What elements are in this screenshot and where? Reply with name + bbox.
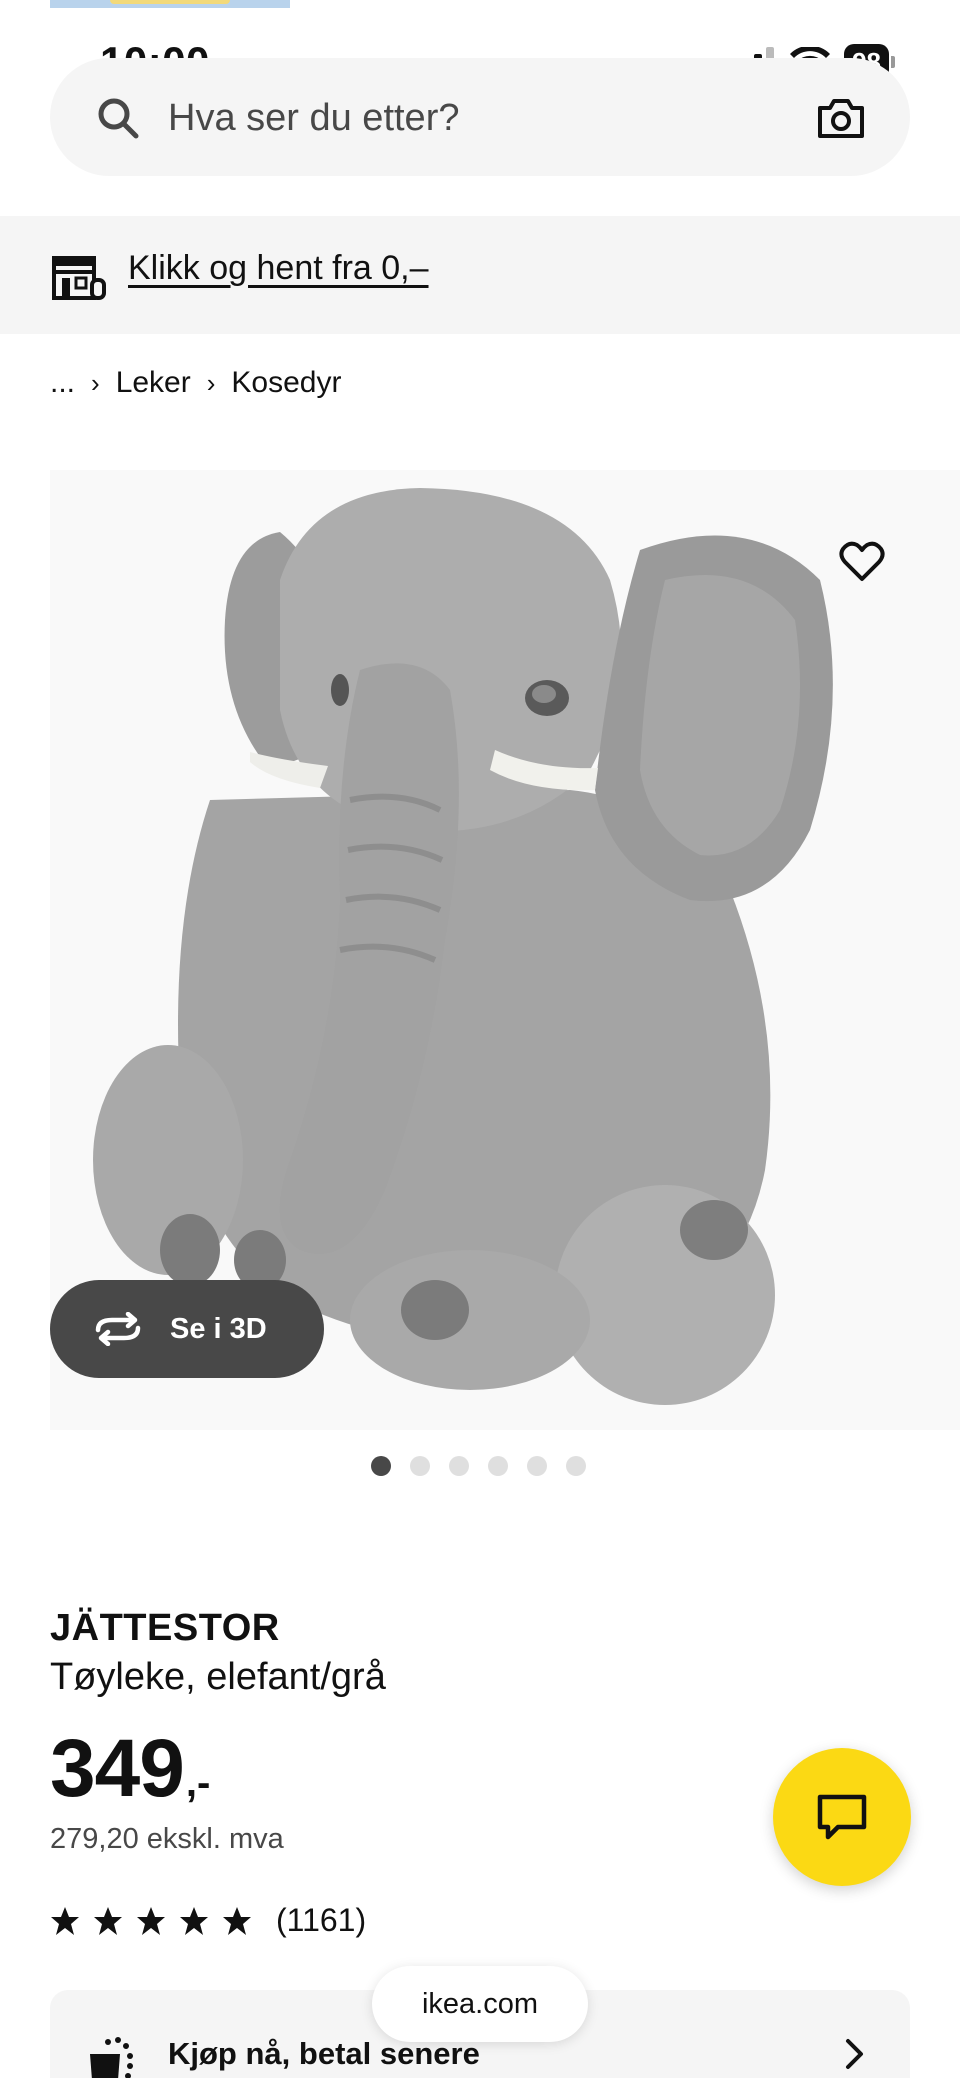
browser-domain-pill[interactable]: ikea.com	[372, 1966, 588, 2042]
price-ex-vat: 279,20 ekskl. mva	[50, 1823, 284, 1855]
star-icon	[180, 1906, 208, 1935]
chevron-right-icon: ›	[206, 367, 216, 398]
favorite-button[interactable]	[834, 534, 890, 590]
star-icon	[223, 1906, 251, 1935]
breadcrumb-item-kosedyr[interactable]: Kosedyr	[231, 366, 341, 400]
chevron-right-icon	[846, 2039, 863, 2069]
breadcrumb-item-leker[interactable]: Leker	[116, 366, 191, 400]
price-suffix: ,-	[185, 1761, 211, 1805]
product-description: Tøyleke, elefant/grå	[50, 1656, 386, 1698]
view-in-3d-button[interactable]: Se i 3D	[50, 1280, 324, 1378]
click-collect-banner[interactable]: Klikk og hent fra 0,–	[0, 216, 960, 334]
store-icon	[52, 256, 106, 300]
carousel-dot[interactable]	[449, 1456, 469, 1476]
top-image-peek	[50, 0, 290, 8]
carousel-dot[interactable]	[566, 1456, 586, 1476]
view-in-3d-label: Se i 3D	[170, 1312, 267, 1345]
rating-stars	[50, 1906, 252, 1936]
search-icon	[98, 98, 139, 139]
product-name: JÄTTESTOR	[50, 1607, 280, 1649]
carousel-dot[interactable]	[527, 1456, 547, 1476]
search-bar[interactable]	[50, 58, 910, 176]
shopping-bag-icon	[90, 2037, 133, 2078]
breadcrumb: ... › Leker › Kosedyr	[50, 366, 341, 400]
battery-tip	[891, 56, 895, 68]
image-carousel-dots	[371, 1456, 586, 1476]
camera-icon[interactable]	[816, 96, 866, 140]
chevron-right-icon: ›	[91, 367, 100, 398]
review-count: (1161)	[276, 1902, 367, 1938]
star-icon	[137, 1906, 165, 1935]
chat-button[interactable]	[773, 1748, 911, 1886]
price: 349 ,-	[50, 1722, 210, 1816]
star-icon	[51, 1906, 79, 1935]
chat-bubble-icon	[817, 1794, 867, 1840]
rotate-3d-icon	[95, 1312, 141, 1346]
carousel-dot[interactable]	[371, 1456, 391, 1476]
heart-icon	[839, 541, 885, 581]
carousel-dot[interactable]	[410, 1456, 430, 1476]
carousel-dot[interactable]	[488, 1456, 508, 1476]
search-input[interactable]	[168, 90, 768, 146]
price-main: 349	[50, 1723, 185, 1814]
star-icon	[94, 1906, 122, 1935]
click-collect-link[interactable]: Klikk og hent fra 0,–	[128, 249, 429, 288]
product-rating[interactable]: (1161)	[50, 1902, 366, 1939]
breadcrumb-ellipsis[interactable]: ...	[50, 366, 75, 400]
